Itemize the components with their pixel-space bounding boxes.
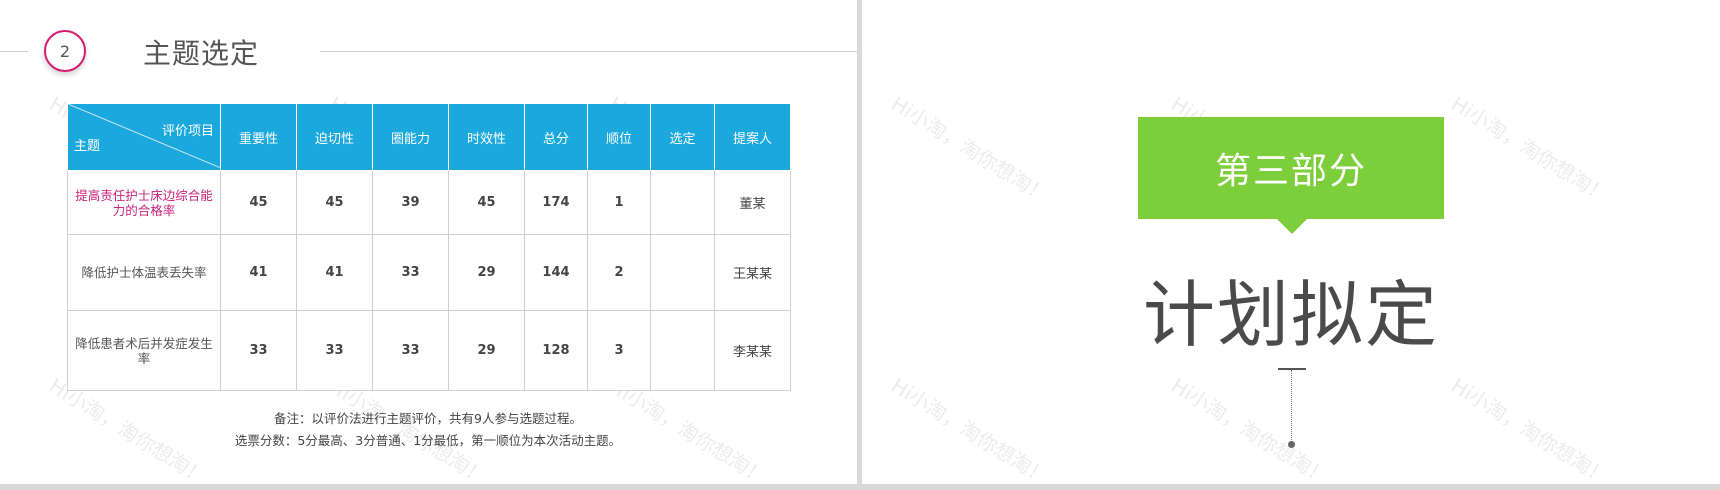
section-number-badge: 2 (44, 30, 86, 72)
score-cell: 33 (372, 234, 449, 311)
corner-label-items: 评价项目 (161, 124, 214, 139)
column-header: 重要性 (220, 104, 297, 171)
selected-cell (650, 170, 715, 235)
topic-cell: 提高责任护士床边综合能力的合格率 (67, 170, 221, 235)
score-cell: 33 (372, 310, 449, 391)
part-title: 计划拟定 (1142, 273, 1439, 357)
watermark: Hi小淘，淘你想淘！ (1447, 373, 1614, 484)
slide-right: Hi小淘，淘你想淘！ Hi小淘，淘你想淘！ Hi小淘，淘你想淘！ Hi小淘，淘你… (862, 0, 1720, 484)
score-cell: 29 (448, 310, 525, 391)
score-cell: 45 (296, 170, 373, 235)
watermark: Hi小淘，淘你想淘！ (1447, 91, 1614, 208)
part-label: 第三部分 (1214, 151, 1367, 192)
column-header: 时效性 (448, 104, 525, 171)
column-header: 迫切性 (296, 104, 373, 171)
column-header: 圈能力 (372, 104, 449, 171)
section-title: 主题选定 (143, 37, 260, 70)
watermark: Hi小淘，淘你想淘！ (887, 373, 1054, 484)
header-divider-right (320, 51, 857, 52)
column-header: 顺位 (587, 104, 651, 171)
evaluation-table: 评价项目 主题 重要性 迫切性 圈能力 时效性 总分 顺位 选定 提案人 提高责… (67, 104, 791, 391)
proposer-cell: 董某 (714, 170, 791, 235)
slide-left: Hi小淘，淘你想淘！ Hi小淘，淘你想淘！ Hi小淘，淘你想淘！ Hi小淘，淘你… (0, 0, 857, 484)
table-corner-cell: 评价项目 主题 (67, 104, 221, 171)
part-label-box: 第三部分 (1138, 117, 1444, 219)
score-cell: 33 (220, 310, 297, 391)
corner-label-topic: 主题 (74, 139, 101, 154)
total-cell: 144 (524, 234, 588, 311)
score-cell: 29 (448, 234, 525, 311)
watermark: Hi小淘，淘你想淘！ (887, 91, 1054, 208)
note-line: 选票分数：5分最高、3分普通、1分最低，第一顺位为本次活动主题。 (234, 433, 622, 448)
rank-cell: 1 (587, 170, 651, 235)
column-header: 提案人 (714, 104, 791, 171)
total-cell: 128 (524, 310, 588, 391)
decorative-tick (1278, 368, 1306, 370)
section-number: 2 (59, 41, 71, 61)
column-header: 选定 (650, 104, 715, 171)
proposer-cell: 李某某 (714, 310, 791, 391)
score-cell: 41 (296, 234, 373, 311)
selected-cell (650, 310, 715, 391)
score-cell: 39 (372, 170, 449, 235)
table-notes: 备注：以评价法进行主题评价，共有9人参与选题过程。 选票分数：5分最高、3分普通… (67, 408, 789, 452)
table-row: 提高责任护士床边综合能力的合格率 45 45 39 45 174 1 董某 (67, 170, 791, 235)
decorative-dotted-line (1291, 370, 1292, 442)
topic-cell: 降低护士体温表丢失率 (67, 234, 221, 311)
rank-cell: 3 (587, 310, 651, 391)
score-cell: 41 (220, 234, 297, 311)
column-header: 总分 (524, 104, 588, 171)
watermark: Hi小淘，淘你想淘！ (1167, 373, 1334, 484)
note-line: 备注：以评价法进行主题评价，共有9人参与选题过程。 (274, 411, 582, 426)
score-cell: 45 (220, 170, 297, 235)
proposer-cell: 王某某 (714, 234, 791, 311)
score-cell: 33 (296, 310, 373, 391)
topic-cell: 降低患者术后并发症发生率 (67, 310, 221, 391)
table-row: 降低护士体温表丢失率 41 41 33 29 144 2 王某某 (67, 234, 791, 311)
header-divider-left (0, 51, 28, 52)
decorative-dot (1288, 441, 1295, 448)
selected-cell (650, 234, 715, 311)
table-row: 降低患者术后并发症发生率 33 33 33 29 128 3 李某某 (67, 310, 791, 391)
part-label-pointer (1276, 218, 1308, 234)
score-cell: 45 (448, 170, 525, 235)
table-header-row: 评价项目 主题 重要性 迫切性 圈能力 时效性 总分 顺位 选定 提案人 (67, 104, 791, 171)
total-cell: 174 (524, 170, 588, 235)
rank-cell: 2 (587, 234, 651, 311)
